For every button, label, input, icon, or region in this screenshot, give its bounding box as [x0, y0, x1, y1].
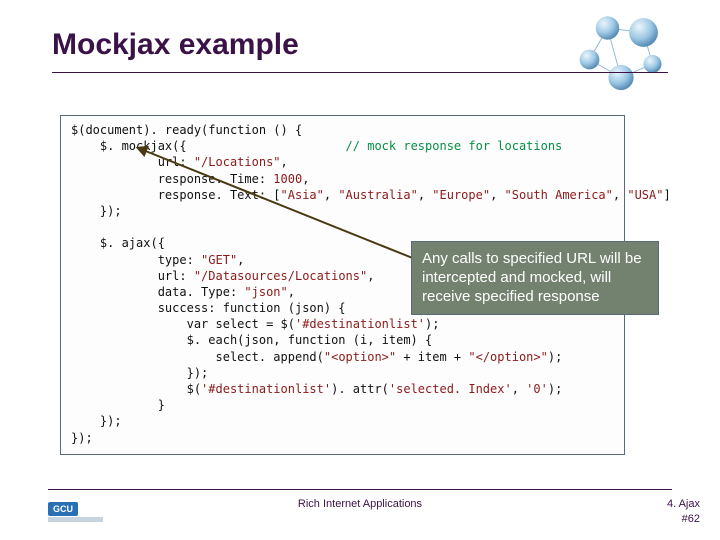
network-graphic	[566, 10, 676, 100]
footer-section: 4. Ajax	[667, 498, 700, 510]
title-divider	[52, 72, 668, 73]
footer-divider	[48, 489, 672, 490]
slide-title: Mockjax example	[52, 28, 299, 62]
callout-box: Any calls to specified URL will be inter…	[411, 241, 659, 315]
footer-title: Rich Internet Applications	[0, 498, 720, 510]
slide-number: #62	[682, 513, 700, 525]
